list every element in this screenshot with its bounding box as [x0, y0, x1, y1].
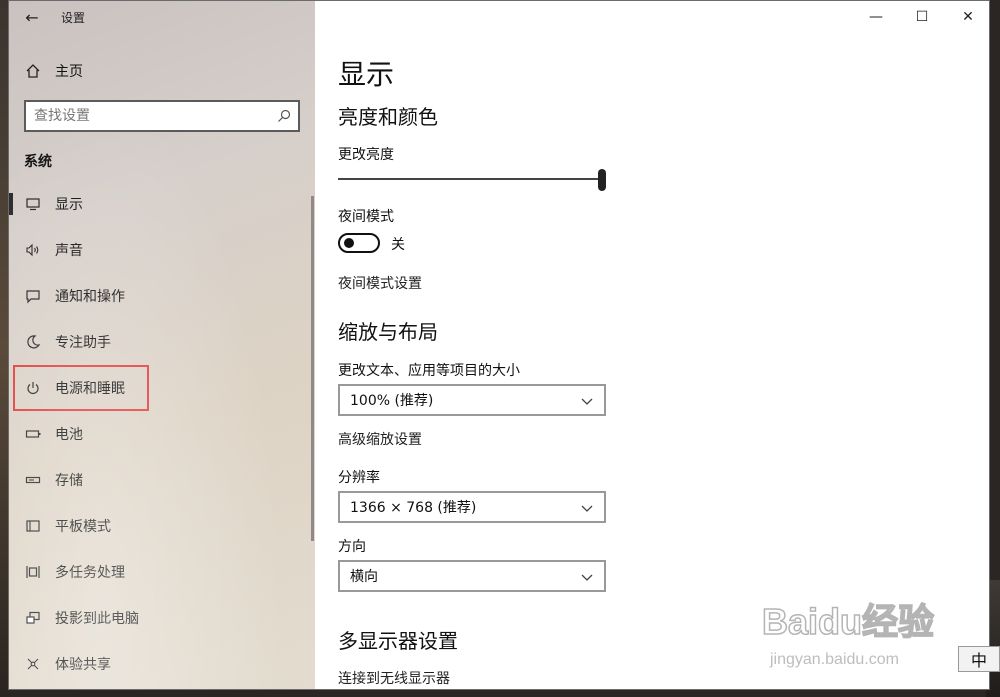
chevron-down-icon	[580, 393, 594, 407]
window-controls: — ☐ ✕	[853, 1, 989, 33]
wireless-display-link[interactable]: 连接到无线显示器	[338, 668, 450, 688]
ime-indicator[interactable]: 中	[958, 646, 1000, 672]
home-label: 主页	[55, 64, 83, 80]
sidebar-item-tablet-mode[interactable]: 平板模式	[9, 503, 315, 549]
power-icon	[25, 380, 41, 396]
project-icon	[25, 610, 41, 626]
sidebar-item-label: 多任务处理	[55, 565, 125, 581]
sidebar-item-label: 通知和操作	[55, 289, 125, 305]
sidebar-item-label: 电池	[55, 427, 83, 443]
brightness-section-title: 亮度和颜色	[338, 105, 438, 129]
window-title: 设置	[61, 10, 86, 25]
resolution-label: 分辨率	[338, 470, 380, 486]
night-mode-state: 关	[391, 237, 405, 253]
night-mode-label: 夜间模式	[338, 209, 394, 225]
slider-track	[338, 178, 602, 180]
scale-section-title: 缩放与布局	[338, 320, 438, 344]
sidebar-item-label: 投影到此电脑	[55, 611, 139, 627]
share-icon	[25, 656, 41, 672]
back-button[interactable]: ←	[9, 1, 55, 33]
orientation-value: 横向	[350, 569, 378, 585]
search-box[interactable]	[24, 100, 300, 132]
titlebar: ← 设置	[9, 1, 315, 33]
moon-icon	[25, 334, 41, 350]
text-size-value: 100% (推荐)	[350, 393, 434, 409]
sidebar-item-project[interactable]: 投影到此电脑	[9, 595, 315, 641]
search-icon[interactable]	[276, 108, 292, 124]
sidebar-item-power-sleep[interactable]: 电源和睡眠	[13, 365, 149, 411]
sidebar-item-shared-experiences[interactable]: 体验共享	[9, 641, 315, 687]
brightness-label: 更改亮度	[338, 147, 394, 163]
night-mode-toggle[interactable]	[338, 233, 380, 253]
sidebar-item-label: 体验共享	[55, 657, 111, 673]
home-link[interactable]: 主页	[9, 53, 315, 89]
main-content: — ☐ ✕ 显示 亮度和颜色 更改亮度 夜间模式 关 夜间模式设置 缩放与布局 …	[315, 1, 989, 689]
orientation-select[interactable]: 横向	[338, 560, 606, 592]
advanced-scaling-link[interactable]: 高级缩放设置	[338, 429, 422, 449]
maximize-button[interactable]: ☐	[899, 1, 945, 33]
notification-icon	[25, 288, 41, 304]
chevron-down-icon	[580, 569, 594, 583]
toggle-knob	[344, 238, 354, 248]
monitor-icon	[25, 196, 41, 212]
sidebar-item-battery[interactable]: 电池	[9, 411, 315, 457]
chevron-down-icon	[580, 500, 594, 514]
sidebar-item-label: 声音	[55, 243, 83, 259]
text-size-label: 更改文本、应用等项目的大小	[338, 363, 520, 379]
multitask-icon	[25, 564, 41, 580]
text-size-select[interactable]: 100% (推荐)	[338, 384, 606, 416]
sidebar-item-focus-assist[interactable]: 专注助手	[9, 319, 315, 365]
sidebar-item-label: 平板模式	[55, 519, 111, 535]
battery-icon	[25, 426, 41, 442]
settings-window: ← 设置 主页 系统	[8, 0, 990, 690]
sidebar-item-label: 电源和睡眠	[55, 381, 125, 397]
brightness-slider[interactable]	[338, 166, 606, 191]
section-title: 系统	[24, 154, 52, 170]
multi-display-section-title: 多显示器设置	[338, 629, 458, 653]
slider-thumb[interactable]	[598, 169, 606, 191]
speaker-icon	[25, 242, 41, 258]
sidebar-item-label: 存储	[55, 473, 83, 489]
storage-icon	[25, 472, 41, 488]
sidebar-item-label: 专注助手	[55, 335, 111, 351]
resolution-select[interactable]: 1366 × 768 (推荐)	[338, 491, 606, 523]
sidebar-item-display[interactable]: 显示	[9, 181, 315, 227]
search-input[interactable]	[34, 108, 276, 124]
resolution-value: 1366 × 768 (推荐)	[350, 500, 477, 516]
screen: ← 设置 主页 系统	[0, 0, 1000, 697]
sidebar-item-notifications[interactable]: 通知和操作	[9, 273, 315, 319]
sidebar-item-multitasking[interactable]: 多任务处理	[9, 549, 315, 595]
orientation-label: 方向	[338, 539, 366, 555]
close-button[interactable]: ✕	[945, 1, 989, 33]
nav-list: 显示 声音 通知和操作 专注助手 电源和睡眠 电池 存储 平板模式 多任务处理 …	[9, 181, 315, 687]
sidebar-item-storage[interactable]: 存储	[9, 457, 315, 503]
sidebar: ← 设置 主页 系统	[9, 1, 315, 689]
sidebar-item-sound[interactable]: 声音	[9, 227, 315, 273]
tablet-icon	[25, 518, 41, 534]
sidebar-scrollbar[interactable]	[311, 196, 314, 541]
minimize-button[interactable]: —	[853, 1, 899, 33]
home-icon	[25, 63, 41, 79]
sidebar-item-label: 显示	[55, 197, 83, 213]
page-title: 显示	[338, 58, 395, 91]
night-mode-settings-link[interactable]: 夜间模式设置	[338, 273, 422, 293]
